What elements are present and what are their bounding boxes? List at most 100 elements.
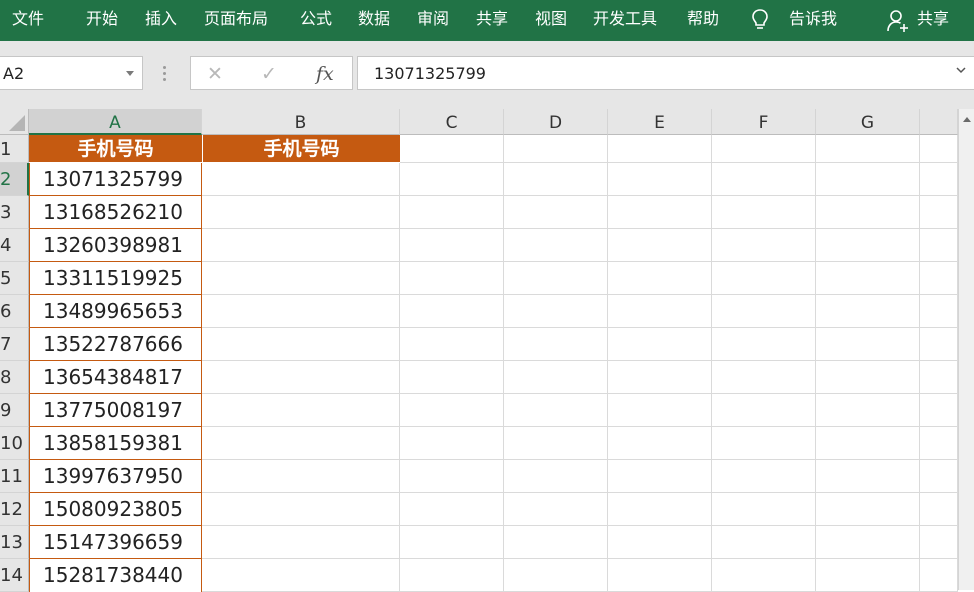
cell-c1[interactable] bbox=[400, 135, 504, 163]
lightbulb-icon[interactable] bbox=[751, 8, 769, 32]
cell-b9[interactable] bbox=[202, 394, 400, 427]
cell-a9[interactable]: 13775008197 bbox=[29, 394, 202, 427]
cell-a8[interactable]: 13654384817 bbox=[29, 361, 202, 394]
chevron-down-icon[interactable] bbox=[956, 65, 966, 75]
row-header-9[interactable]: 9 bbox=[0, 394, 29, 427]
cell-g13[interactable] bbox=[816, 526, 920, 559]
cell-a13[interactable]: 15147396659 bbox=[29, 526, 202, 559]
cell-a12[interactable]: 15080923805 bbox=[29, 493, 202, 526]
column-header-g[interactable]: G bbox=[816, 109, 920, 135]
row-header-13[interactable]: 13 bbox=[0, 526, 29, 559]
cell-e14[interactable] bbox=[608, 559, 712, 592]
cell-h11[interactable] bbox=[920, 460, 958, 493]
cell-b13[interactable] bbox=[202, 526, 400, 559]
share-button[interactable]: 共享 bbox=[917, 9, 949, 29]
cell-a5[interactable]: 13311519925 bbox=[29, 262, 202, 295]
formula-input[interactable]: 13071325799 bbox=[357, 56, 974, 90]
cell-g11[interactable] bbox=[816, 460, 920, 493]
cell-h6[interactable] bbox=[920, 295, 958, 328]
cell-e8[interactable] bbox=[608, 361, 712, 394]
cell-b1[interactable]: 手机号码 bbox=[202, 135, 400, 162]
cell-f12[interactable] bbox=[712, 493, 816, 526]
enter-icon[interactable]: ✓ bbox=[261, 63, 277, 85]
row-header-6[interactable]: 6 bbox=[0, 295, 29, 328]
cell-e3[interactable] bbox=[608, 196, 712, 229]
scroll-up-icon[interactable] bbox=[963, 117, 971, 122]
cell-b14[interactable] bbox=[202, 559, 400, 592]
cell-b12[interactable] bbox=[202, 493, 400, 526]
cell-e5[interactable] bbox=[608, 262, 712, 295]
tab-help[interactable]: 帮助 bbox=[687, 9, 719, 29]
cell-c3[interactable] bbox=[400, 196, 504, 229]
tell-me-search[interactable]: 告诉我 bbox=[789, 9, 837, 29]
column-header-e[interactable]: E bbox=[608, 109, 712, 135]
cell-h9[interactable] bbox=[920, 394, 958, 427]
cell-a10[interactable]: 13858159381 bbox=[29, 427, 202, 460]
cell-f9[interactable] bbox=[712, 394, 816, 427]
cell-g8[interactable] bbox=[816, 361, 920, 394]
cell-g12[interactable] bbox=[816, 493, 920, 526]
cell-d8[interactable] bbox=[504, 361, 608, 394]
cell-d9[interactable] bbox=[504, 394, 608, 427]
tab-data[interactable]: 数据 bbox=[358, 9, 390, 29]
cell-c13[interactable] bbox=[400, 526, 504, 559]
cell-d7[interactable] bbox=[504, 328, 608, 361]
cell-a4[interactable]: 13260398981 bbox=[29, 229, 202, 262]
cell-b2[interactable] bbox=[202, 163, 400, 196]
cell-g9[interactable] bbox=[816, 394, 920, 427]
cell-f10[interactable] bbox=[712, 427, 816, 460]
chevron-down-icon[interactable] bbox=[126, 71, 134, 76]
cell-d14[interactable] bbox=[504, 559, 608, 592]
vertical-scrollbar[interactable] bbox=[958, 109, 974, 590]
cell-g2[interactable] bbox=[816, 163, 920, 196]
cell-h12[interactable] bbox=[920, 493, 958, 526]
cell-a3[interactable]: 13168526210 bbox=[29, 196, 202, 229]
cell-a14[interactable]: 15281738440 bbox=[29, 559, 202, 592]
cell-e2[interactable] bbox=[608, 163, 712, 196]
row-header-2[interactable]: 2 bbox=[0, 163, 29, 196]
cell-c11[interactable] bbox=[400, 460, 504, 493]
cell-c14[interactable] bbox=[400, 559, 504, 592]
tab-formulas[interactable]: 公式 bbox=[300, 9, 332, 29]
cell-b11[interactable] bbox=[202, 460, 400, 493]
cell-d12[interactable] bbox=[504, 493, 608, 526]
cell-h13[interactable] bbox=[920, 526, 958, 559]
cell-d2[interactable] bbox=[504, 163, 608, 196]
cell-f11[interactable] bbox=[712, 460, 816, 493]
cell-h8[interactable] bbox=[920, 361, 958, 394]
cell-b8[interactable] bbox=[202, 361, 400, 394]
name-box[interactable]: A2 bbox=[0, 56, 143, 90]
tab-page-layout[interactable]: 页面布局 bbox=[204, 9, 268, 29]
cell-a7[interactable]: 13522787666 bbox=[29, 328, 202, 361]
row-header-11[interactable]: 11 bbox=[0, 460, 29, 493]
column-header-h[interactable] bbox=[920, 109, 958, 135]
cell-b5[interactable] bbox=[202, 262, 400, 295]
cell-a2[interactable]: 13071325799 bbox=[29, 163, 202, 196]
cell-h2[interactable] bbox=[920, 163, 958, 196]
cell-a11[interactable]: 13997637950 bbox=[29, 460, 202, 493]
cell-a6[interactable]: 13489965653 bbox=[29, 295, 202, 328]
cell-g3[interactable] bbox=[816, 196, 920, 229]
cell-g6[interactable] bbox=[816, 295, 920, 328]
cell-d11[interactable] bbox=[504, 460, 608, 493]
cell-f4[interactable] bbox=[712, 229, 816, 262]
cell-g14[interactable] bbox=[816, 559, 920, 592]
cell-d6[interactable] bbox=[504, 295, 608, 328]
column-header-f[interactable]: F bbox=[712, 109, 816, 135]
cell-c9[interactable] bbox=[400, 394, 504, 427]
tab-file[interactable]: 文件 bbox=[12, 9, 44, 29]
row-header-7[interactable]: 7 bbox=[0, 328, 29, 361]
column-header-d[interactable]: D bbox=[504, 109, 608, 135]
cell-e11[interactable] bbox=[608, 460, 712, 493]
cell-f3[interactable] bbox=[712, 196, 816, 229]
cell-c5[interactable] bbox=[400, 262, 504, 295]
row-header-4[interactable]: 4 bbox=[0, 229, 29, 262]
cell-e4[interactable] bbox=[608, 229, 712, 262]
cancel-icon[interactable]: ✕ bbox=[207, 63, 223, 85]
cell-d10[interactable] bbox=[504, 427, 608, 460]
cell-a1[interactable]: 手机号码 bbox=[29, 135, 202, 162]
cell-f13[interactable] bbox=[712, 526, 816, 559]
cell-g5[interactable] bbox=[816, 262, 920, 295]
cell-f2[interactable] bbox=[712, 163, 816, 196]
cell-c8[interactable] bbox=[400, 361, 504, 394]
